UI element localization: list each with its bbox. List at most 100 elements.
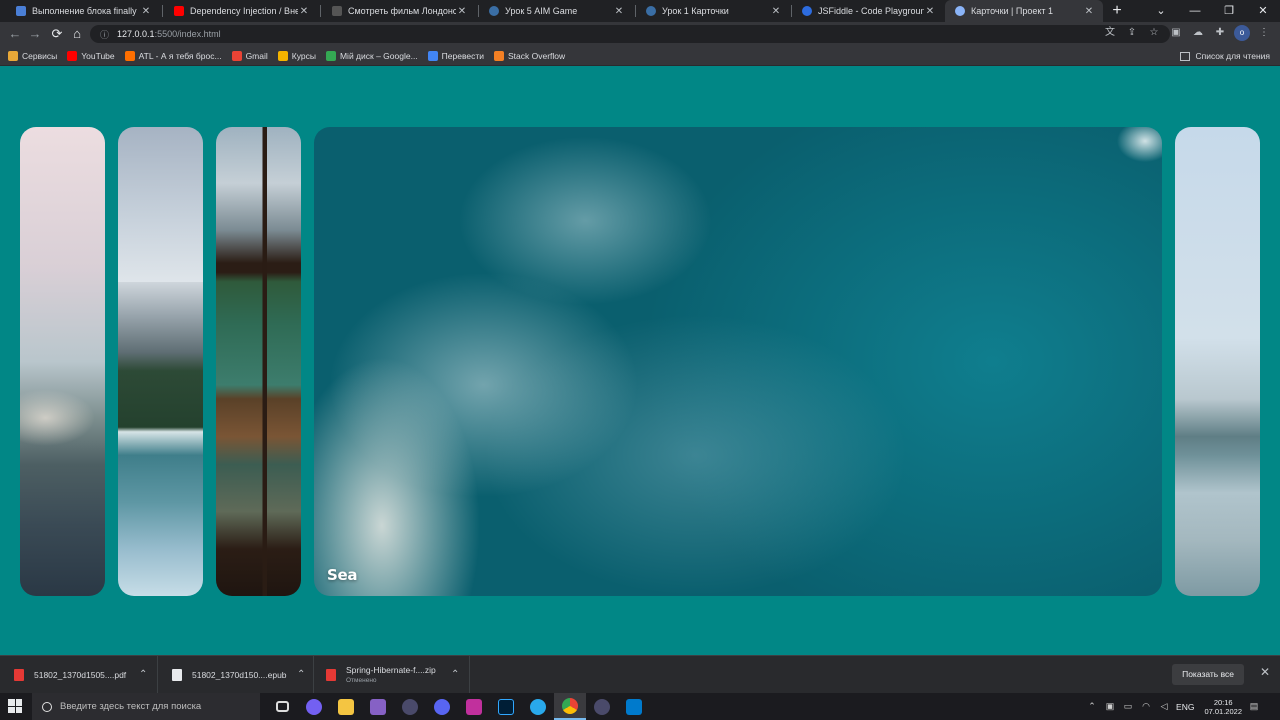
network-icon[interactable]: ▭ bbox=[1122, 701, 1134, 712]
reload-icon[interactable]: ⟳ bbox=[48, 25, 66, 43]
reading-list-button[interactable]: Список для чтения bbox=[1180, 46, 1270, 66]
extension-icon[interactable]: ▣ bbox=[1168, 25, 1184, 41]
search-placeholder: Введите здесь текст для поиска bbox=[60, 701, 202, 712]
app-icon[interactable] bbox=[586, 693, 618, 720]
clock-time: 20:16 bbox=[1213, 697, 1233, 707]
close-icon[interactable]: ✕ bbox=[613, 6, 625, 17]
bookmark-favicon-icon bbox=[124, 50, 135, 61]
tab-jsfiddle[interactable]: JSFiddle - Code Playground ✕ bbox=[792, 0, 944, 22]
close-icon[interactable]: ✕ bbox=[770, 6, 782, 17]
photoshop-icon[interactable] bbox=[490, 693, 522, 720]
bookmarks-bar: Сервисы YouTube ATL - А я тебя брос... G… bbox=[0, 46, 1280, 66]
vscode-icon[interactable] bbox=[618, 693, 650, 720]
bookmark-google-drive[interactable]: Мій диск – Google... bbox=[325, 50, 418, 61]
bookmark-services[interactable]: Сервисы bbox=[8, 50, 57, 61]
translate-icon[interactable]: 文 bbox=[1102, 25, 1118, 41]
card-panel[interactable] bbox=[216, 127, 301, 596]
tab-cards-lesson[interactable]: Урок 1 Карточки ✕ bbox=[636, 0, 790, 22]
apps-grid-icon bbox=[8, 50, 18, 61]
bookmark-label: Мій диск – Google... bbox=[339, 50, 418, 61]
chevron-up-icon[interactable]: ⌃ bbox=[139, 669, 147, 680]
telegram-icon[interactable] bbox=[522, 693, 554, 720]
tray-app-icon[interactable]: ▣ bbox=[1104, 701, 1116, 712]
chevron-up-icon[interactable]: ⌃ bbox=[1086, 701, 1098, 712]
intellij-icon[interactable] bbox=[458, 693, 490, 720]
chevron-up-icon[interactable]: ⌃ bbox=[451, 669, 459, 680]
folder-icon bbox=[277, 50, 288, 61]
tab-search-icon[interactable]: ⌄ bbox=[1144, 0, 1178, 22]
discord-icon[interactable] bbox=[426, 693, 458, 720]
tab-favicon-icon bbox=[332, 6, 342, 16]
close-window-icon[interactable]: ✕ bbox=[1246, 0, 1280, 22]
share-icon[interactable]: ⇪ bbox=[1124, 25, 1140, 41]
tab-title: Смотреть фильм Лондонские bbox=[348, 6, 456, 16]
tab-cards-project[interactable]: Карточки | Проект 1 ✕ bbox=[945, 0, 1103, 22]
app-icon[interactable] bbox=[394, 693, 426, 720]
back-arrow-icon[interactable]: ← bbox=[6, 25, 24, 43]
bookmark-label: ATL - А я тебя брос... bbox=[138, 50, 222, 61]
close-icon[interactable]: ✕ bbox=[456, 6, 468, 17]
bookmark-stack-overflow[interactable]: Stack Overflow bbox=[494, 50, 565, 61]
chevron-up-icon[interactable]: ⌃ bbox=[297, 669, 305, 680]
bookmark-courses[interactable]: Курсы bbox=[277, 50, 316, 61]
tab-finally[interactable]: Выполнение блока finally ✕ bbox=[6, 0, 160, 22]
tab-aim-game[interactable]: Урок 5 AIM Game ✕ bbox=[479, 0, 633, 22]
card-panel[interactable] bbox=[1175, 127, 1260, 596]
windows-start-icon[interactable] bbox=[8, 699, 22, 713]
clock[interactable]: 20:16 07.01.2022 bbox=[1204, 698, 1242, 716]
card-panel-active[interactable]: Sea bbox=[314, 127, 1162, 596]
tab-title: Карточки | Проект 1 bbox=[971, 6, 1054, 16]
show-all-downloads-button[interactable]: Показать все bbox=[1172, 664, 1244, 685]
notifications-icon[interactable]: ▤ bbox=[1248, 701, 1260, 712]
home-icon[interactable]: ⌂ bbox=[68, 25, 86, 43]
new-tab-button[interactable]: + bbox=[1108, 2, 1126, 20]
card-panel[interactable] bbox=[20, 127, 105, 596]
download-item[interactable]: Spring-Hibernate-f....zip Отменено ⌃ bbox=[314, 656, 470, 693]
close-icon[interactable]: ✕ bbox=[298, 6, 310, 17]
profile-avatar-icon[interactable]: o bbox=[1234, 25, 1250, 41]
youtube-icon bbox=[174, 6, 184, 16]
visual-studio-icon[interactable] bbox=[362, 693, 394, 720]
download-item[interactable]: 51802_1370d150....epub ⌃ bbox=[158, 656, 314, 693]
info-icon[interactable]: ⓘ bbox=[100, 28, 109, 41]
bookmark-label: Gmail bbox=[245, 50, 268, 61]
close-icon[interactable]: ✕ bbox=[924, 6, 936, 17]
bookmark-gmail[interactable]: Gmail bbox=[231, 50, 268, 61]
close-icon[interactable]: ✕ bbox=[1083, 6, 1095, 17]
url-path: :5500/index.html bbox=[154, 29, 221, 39]
task-view-icon[interactable] bbox=[266, 693, 298, 720]
tab-title: JSFiddle - Code Playground bbox=[818, 6, 924, 16]
cloud-icon[interactable]: ☁ bbox=[1190, 25, 1206, 41]
download-item[interactable]: 51802_1370d1505....pdf ⌃ bbox=[0, 656, 158, 693]
download-filename: 51802_1370d150....epub bbox=[192, 669, 287, 680]
tab-favicon-icon bbox=[16, 6, 26, 16]
taskbar-search-input[interactable]: Введите здесь текст для поиска bbox=[32, 693, 260, 720]
language-indicator[interactable]: ENG bbox=[1176, 702, 1194, 712]
close-icon[interactable]: ✕ bbox=[1260, 665, 1270, 679]
search-icon bbox=[42, 701, 52, 712]
volume-icon[interactable]: ◁ bbox=[1158, 701, 1170, 712]
close-icon[interactable]: ✕ bbox=[140, 6, 152, 17]
tab-dependency-injection[interactable]: Dependency Injection / Внедрение ✕ bbox=[164, 0, 318, 22]
card-panel[interactable] bbox=[118, 127, 203, 596]
bookmark-star-icon[interactable]: ☆ bbox=[1146, 25, 1162, 41]
menu-icon[interactable]: ⋮ bbox=[1256, 25, 1272, 41]
viber-icon[interactable] bbox=[298, 693, 330, 720]
chrome-icon[interactable] bbox=[554, 693, 586, 720]
minimize-icon[interactable]: — bbox=[1178, 0, 1212, 22]
bookmark-atl[interactable]: ATL - А я тебя брос... bbox=[124, 50, 222, 61]
puzzle-icon[interactable]: ✚ bbox=[1212, 25, 1228, 41]
wifi-icon[interactable]: ◠ bbox=[1140, 701, 1152, 712]
bookmark-translate[interactable]: Перевести bbox=[427, 50, 484, 61]
tab-film[interactable]: Смотреть фильм Лондонские ✕ bbox=[322, 0, 476, 22]
tab-title: Урок 1 Карточки bbox=[662, 6, 729, 16]
window-controls: ⌄ — ❐ ✕ bbox=[1144, 0, 1280, 22]
address-bar[interactable]: ⓘ 127.0.0.1 :5500/index.html bbox=[90, 25, 1170, 43]
download-filename: Spring-Hibernate-f....zip bbox=[346, 665, 436, 675]
bookmark-youtube[interactable]: YouTube bbox=[67, 50, 115, 61]
tab-separator bbox=[162, 5, 163, 17]
maximize-icon[interactable]: ❐ bbox=[1212, 0, 1246, 22]
file-explorer-icon[interactable] bbox=[330, 693, 362, 720]
gmail-icon bbox=[231, 50, 242, 61]
forward-arrow-icon[interactable]: → bbox=[26, 25, 44, 43]
